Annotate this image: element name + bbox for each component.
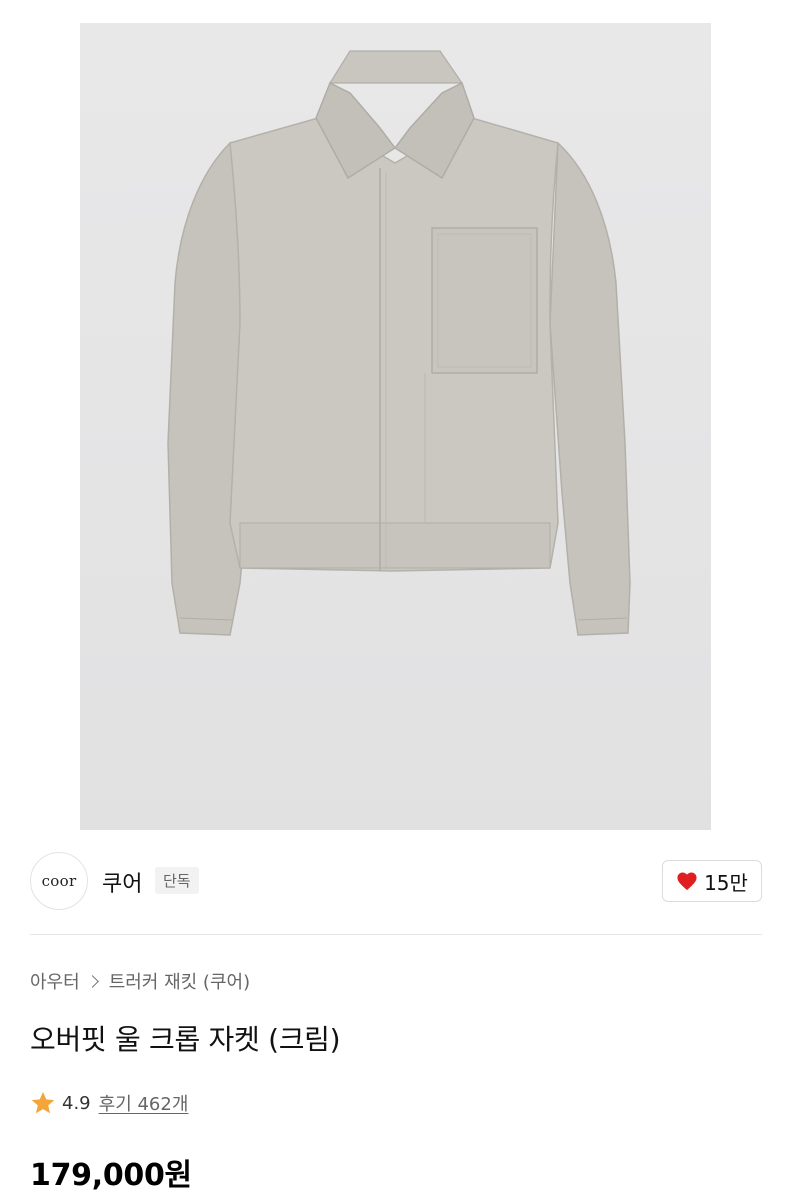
heart-icon [677, 872, 697, 891]
product-image-area [0, 0, 791, 830]
price: 179,000원 [30, 1158, 192, 1193]
star-icon [31, 1091, 55, 1114]
breadcrumb: 아우터 트러커 재킷 (쿠어) [30, 968, 250, 994]
brand-name[interactable]: 쿠어 [102, 866, 142, 898]
exclusive-badge: 단독 [155, 867, 199, 894]
breadcrumb-category[interactable]: 아우터 [30, 968, 80, 994]
brand-logo[interactable]: coor [30, 852, 88, 910]
rating-score: 4.9 [62, 1092, 91, 1114]
like-button[interactable]: 15만 [662, 860, 762, 902]
reviews-link[interactable]: 후기 462개 [99, 1090, 189, 1116]
brand-row: coor 쿠어 단독 15만 [30, 852, 762, 912]
jacket-image [167, 50, 631, 636]
divider [30, 934, 762, 935]
rating-row: 4.9 후기 462개 [30, 1090, 188, 1116]
product-title: 오버핏 울 크롭 자켓 (크림) [30, 1023, 341, 1056]
like-count: 15만 [704, 870, 748, 895]
chevron-right-icon [85, 974, 99, 988]
breadcrumb-subcategory[interactable]: 트러커 재킷 (쿠어) [109, 968, 250, 994]
product-photo[interactable] [80, 23, 711, 830]
